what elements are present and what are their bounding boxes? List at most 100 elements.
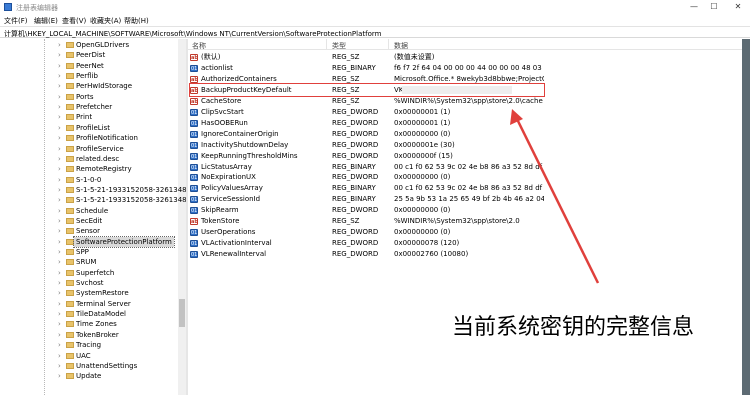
expand-chevron-icon[interactable]: › (58, 309, 61, 319)
value-row[interactable]: 01 VLActivationInterval REG_DWORD 0x0000007… (188, 238, 548, 249)
tree-item[interactable]: › S-1-5-21-1933152058-326134811 (0, 195, 186, 205)
tree-item[interactable]: › Sensor (0, 226, 180, 236)
menu-file[interactable]: 文件(F) (4, 16, 28, 26)
expand-chevron-icon[interactable]: › (58, 247, 61, 257)
expand-chevron-icon[interactable]: › (58, 112, 61, 122)
expand-chevron-icon[interactable]: › (58, 319, 61, 329)
menu-favorites[interactable]: 收藏夹(A) (90, 16, 121, 26)
tree-item[interactable]: › S-1-5-21-1933152058-326134811 (0, 185, 186, 195)
menu-help[interactable]: 帮助(H) (124, 16, 149, 26)
value-row[interactable]: 01 NoExpirationUX REG_DWORD 0x00000000 (0) (188, 172, 548, 183)
tree-item[interactable]: › Tracing (0, 340, 180, 350)
value-row[interactable]: 01 SkipRearm REG_DWORD 0x00000000 (0) (188, 205, 548, 216)
value-row[interactable]: 01 UserOperations REG_DWORD 0x00000000 (0) (188, 227, 548, 238)
value-row[interactable]: 01 HasOOBERun REG_DWORD 0x00000001 (1) (188, 118, 548, 129)
tree-item[interactable]: › ProfileList (0, 123, 180, 133)
tree-item[interactable]: › Perflib (0, 71, 180, 81)
value-type: REG_BINARY (332, 184, 376, 193)
close-button[interactable]: ✕ (724, 0, 750, 14)
tree-item[interactable]: › related.desc (0, 154, 180, 164)
tree-item[interactable]: › Svchost (0, 278, 180, 288)
expand-chevron-icon[interactable]: › (58, 361, 61, 371)
tree-item[interactable]: › UAC (0, 351, 180, 361)
column-divider[interactable] (388, 39, 389, 50)
expand-chevron-icon[interactable]: › (58, 299, 61, 309)
column-divider[interactable] (326, 39, 327, 50)
window-title: 注册表编辑器 (16, 4, 58, 12)
value-row[interactable]: 01 ServiceSessionId REG_BINARY 25 5a 9b 53 … (188, 194, 548, 205)
tree-item[interactable]: › SecEdit (0, 216, 180, 226)
tree-item[interactable]: › SoftwareProtectionPlatform (0, 235, 180, 248)
tree-item[interactable]: › ProfileNotification (0, 133, 180, 143)
expand-chevron-icon[interactable]: › (58, 340, 61, 350)
value-row[interactable]: 01 VLRenewalInterval REG_DWORD 0x00002760 (… (188, 249, 548, 260)
tree-item[interactable]: › PeerDist (0, 50, 180, 60)
expand-chevron-icon[interactable]: › (58, 278, 61, 288)
column-name-header[interactable]: 名称 (192, 41, 206, 51)
expand-chevron-icon[interactable]: › (58, 133, 61, 143)
tree-item[interactable]: › RemoteRegistry (0, 164, 180, 174)
expand-chevron-icon[interactable]: › (58, 102, 61, 112)
address-bar[interactable]: 计算机\HKEY_LOCAL_MACHINE\SOFTWARE\Microsof… (0, 26, 750, 38)
menu-view[interactable]: 查看(V) (62, 16, 86, 26)
address-path[interactable]: 计算机\HKEY_LOCAL_MACHINE\SOFTWARE\Microsof… (4, 29, 381, 39)
expand-chevron-icon[interactable]: › (58, 371, 61, 381)
tree-item[interactable]: › PerHwIdStorage (0, 81, 180, 91)
value-row[interactable]: 01 KeepRunningThresholdMins REG_DWORD 0x000… (188, 151, 548, 162)
expand-chevron-icon[interactable]: › (58, 40, 61, 50)
expand-chevron-icon[interactable]: › (58, 81, 61, 91)
column-data-header[interactable]: 数据 (394, 41, 408, 51)
tree-item[interactable]: › TileDataModel (0, 309, 180, 319)
tree-item[interactable]: › Print (0, 112, 180, 122)
expand-chevron-icon[interactable]: › (58, 185, 61, 195)
expand-chevron-icon[interactable]: › (58, 216, 61, 226)
value-row[interactable]: ab TokenStore REG_SZ %WINDIR%\System32\spp\… (188, 216, 548, 227)
value-row[interactable]: 01 ClipSvcStart REG_DWORD 0x00000001 (1) (188, 107, 548, 118)
expand-chevron-icon[interactable]: › (58, 61, 61, 71)
expand-chevron-icon[interactable]: › (58, 123, 61, 133)
value-row[interactable]: 01 actionlist REG_BINARY f6 f7 2f 64 04 00 … (188, 63, 548, 74)
value-row[interactable]: 01 IgnoreContainerOrigin REG_DWORD 0x000000… (188, 129, 548, 140)
value-row[interactable]: 01 LicStatusArray REG_BINARY 00 c1 f0 62 53… (188, 162, 548, 173)
tree-item[interactable]: › TokenBroker (0, 330, 180, 340)
tree-item[interactable]: › SystemRestore (0, 288, 180, 298)
expand-chevron-icon[interactable]: › (58, 195, 61, 205)
tree-item[interactable]: › S-1-0-0 (0, 175, 180, 185)
tree-item[interactable]: › ProfileService (0, 144, 180, 154)
expand-chevron-icon[interactable]: › (58, 164, 61, 174)
expand-chevron-icon[interactable]: › (58, 257, 61, 267)
binary-value-icon: 01 (190, 196, 198, 204)
expand-chevron-icon[interactable]: › (58, 71, 61, 81)
expand-chevron-icon[interactable]: › (58, 351, 61, 361)
tree-item[interactable]: › Schedule (0, 206, 180, 216)
tree-item[interactable]: › Superfetch (0, 268, 180, 278)
tree-item[interactable]: › Update (0, 371, 180, 381)
value-row[interactable]: ab CacheStore REG_SZ %WINDIR%\System32\spp\… (188, 96, 548, 107)
value-row[interactable]: ab (默认) REG_SZ (数值未设置) (188, 52, 548, 63)
menu-edit[interactable]: 编辑(E) (34, 16, 58, 26)
expand-chevron-icon[interactable]: › (58, 175, 61, 185)
tree-item[interactable]: › UnattendSettings (0, 361, 180, 371)
expand-chevron-icon[interactable]: › (58, 288, 61, 298)
expand-chevron-icon[interactable]: › (58, 92, 61, 102)
expand-chevron-icon[interactable]: › (58, 268, 61, 278)
tree-item[interactable]: › Terminal Server (0, 299, 180, 309)
expand-chevron-icon[interactable]: › (58, 237, 61, 247)
expand-chevron-icon[interactable]: › (58, 50, 61, 60)
expand-chevron-icon[interactable]: › (58, 154, 61, 164)
key-tree-pane[interactable]: › OpenGLDrivers › PeerDist › PeerNet › Perflib ›… (0, 39, 186, 395)
tree-item[interactable]: › Ports (0, 92, 180, 102)
expand-chevron-icon[interactable]: › (58, 206, 61, 216)
value-row[interactable]: 01 PolicyValuesArray REG_BINARY 00 c1 f0 62… (188, 183, 548, 194)
expand-chevron-icon[interactable]: › (58, 226, 61, 236)
tree-item[interactable]: › Prefetcher (0, 102, 180, 112)
column-type-header[interactable]: 类型 (332, 41, 346, 51)
expand-chevron-icon[interactable]: › (58, 330, 61, 340)
tree-item[interactable]: › SRUM (0, 257, 180, 267)
tree-item[interactable]: › OpenGLDrivers (0, 40, 180, 50)
tree-item[interactable]: › Time Zones (0, 319, 180, 329)
expand-chevron-icon[interactable]: › (58, 144, 61, 154)
value-row[interactable]: 01 InactivityShutdownDelay REG_DWORD 0x0000… (188, 140, 548, 151)
tree-item[interactable]: › SPP (0, 247, 180, 257)
tree-item[interactable]: › PeerNet (0, 61, 180, 71)
